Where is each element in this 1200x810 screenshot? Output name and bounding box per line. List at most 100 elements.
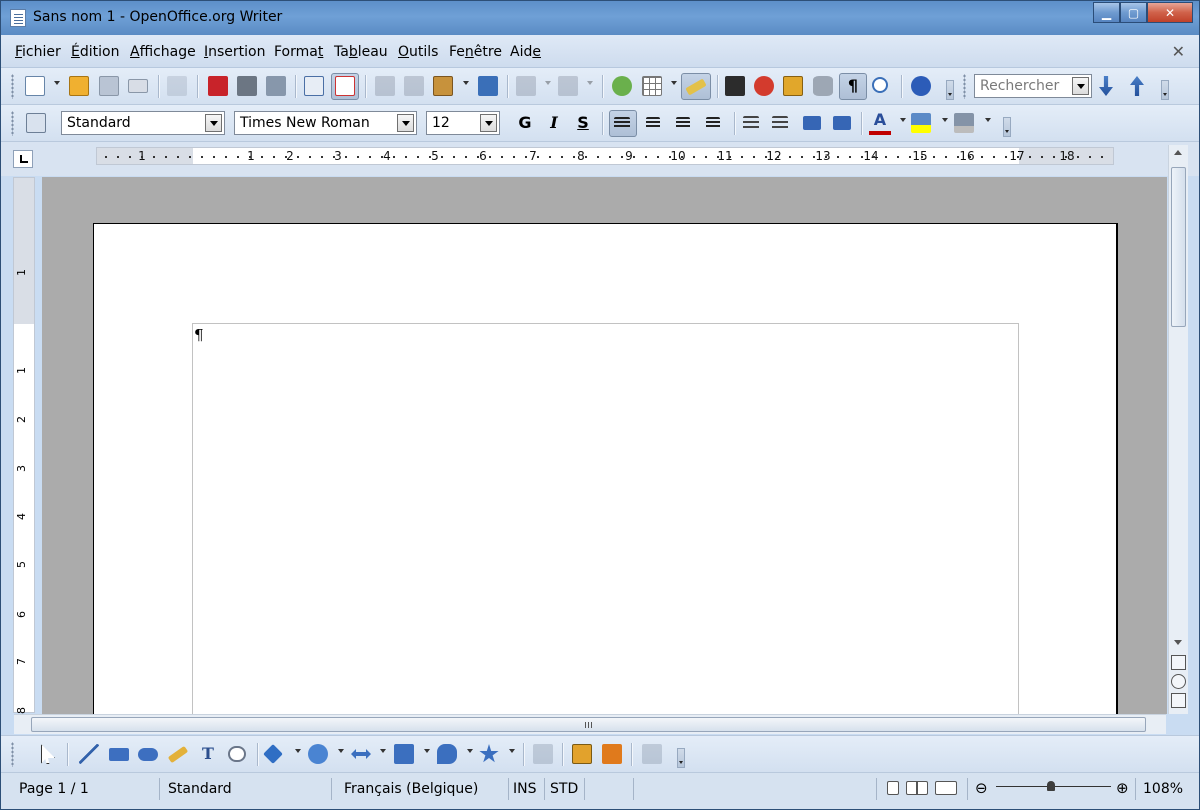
scroll-up-icon[interactable] (1174, 150, 1182, 155)
block-arrows-dropdown-icon[interactable] (380, 749, 386, 753)
zoom-out-icon[interactable]: ⊖ (975, 779, 988, 797)
hyperlink-icon[interactable] (612, 76, 632, 96)
stars-icon[interactable] (479, 744, 499, 763)
zoom-icon[interactable] (872, 77, 888, 93)
symbol-shapes-dropdown-icon[interactable] (338, 749, 344, 753)
horizontal-ruler[interactable]: 1123456789101112131415161718 (96, 147, 1114, 165)
menu-insertion[interactable]: Insertion (204, 44, 266, 60)
vertical-scrollbar[interactable] (1168, 145, 1188, 714)
menu-aide[interactable]: Aide (510, 44, 541, 60)
block-arrows-icon[interactable] (351, 749, 371, 759)
page-style[interactable]: Standard (168, 781, 232, 797)
export-pdf-icon[interactable] (208, 76, 228, 96)
tab-stop-selector[interactable] (13, 150, 33, 168)
flowchart-icon[interactable] (394, 744, 414, 764)
callouts-icon[interactable] (228, 746, 246, 762)
find-toolbar-grip[interactable] (963, 74, 966, 99)
zoom-level[interactable]: 108% (1143, 781, 1183, 797)
redo-dropdown-icon[interactable] (587, 81, 593, 85)
underline-button[interactable]: S (572, 111, 594, 135)
stars-dropdown-icon[interactable] (509, 749, 515, 753)
menu-affichage[interactable]: Affichage (130, 44, 196, 60)
title-bar[interactable]: Sans nom 1 - OpenOffice.org Writer ▁ ▢ ✕ (1, 1, 1199, 35)
italic-button[interactable]: I (543, 111, 565, 135)
find-down-icon[interactable] (1099, 76, 1113, 96)
previous-page-icon[interactable] (1171, 655, 1186, 670)
table-icon[interactable] (642, 76, 662, 96)
ellipse-icon[interactable] (138, 748, 158, 761)
multi-page-view-icon[interactable] (906, 781, 928, 795)
paste-icon[interactable] (433, 76, 453, 96)
horizontal-scroll-thumb[interactable] (31, 717, 1146, 732)
find-toolbar-overflow-button[interactable] (1161, 80, 1169, 100)
bold-button[interactable]: G (514, 111, 536, 135)
points-icon[interactable] (533, 744, 553, 764)
font-name-dropdown-icon[interactable] (397, 114, 414, 132)
menu-edition[interactable]: Édition (71, 44, 119, 60)
toolbar-overflow-button[interactable] (946, 80, 954, 100)
redo-icon[interactable] (558, 76, 578, 96)
font-color-icon[interactable]: A (869, 111, 891, 135)
menu-outils[interactable]: Outils (398, 44, 438, 60)
scroll-down-icon[interactable] (1174, 640, 1182, 645)
print-icon[interactable] (237, 76, 257, 96)
clone-formatting-icon[interactable] (478, 76, 498, 96)
selection-mode[interactable]: STD (550, 781, 578, 797)
styles-formatting-icon[interactable] (26, 113, 46, 133)
open-icon[interactable] (69, 76, 89, 96)
vertical-ruler[interactable]: 1 1 2 3 4 5 6 7 8 (13, 177, 35, 714)
menu-fichier[interactable]: Fichier (15, 44, 61, 60)
gallery-icon[interactable] (783, 76, 803, 96)
rectangle-icon[interactable] (109, 748, 129, 761)
align-center-icon[interactable] (646, 117, 660, 129)
close-button[interactable]: ✕ (1147, 2, 1193, 23)
decrease-indent-icon[interactable] (803, 116, 821, 130)
highlight-dropdown-icon[interactable] (942, 118, 948, 122)
font-name-combo[interactable]: Times New Roman (234, 111, 417, 135)
language-indicator[interactable]: Français (Belgique) (344, 781, 478, 797)
from-file-icon[interactable] (602, 744, 622, 764)
select-icon[interactable] (41, 744, 55, 764)
paragraph-style-combo[interactable]: Standard (61, 111, 225, 135)
menu-fenetre[interactable]: Fenêtre (449, 44, 502, 60)
extrusion-icon[interactable] (642, 744, 662, 764)
paste-dropdown-icon[interactable] (463, 81, 469, 85)
new-icon[interactable] (25, 76, 45, 96)
basic-shapes-dropdown-icon[interactable] (295, 749, 301, 753)
copy-icon[interactable] (404, 76, 424, 96)
menu-format[interactable]: Format (274, 44, 323, 60)
navigator-icon[interactable] (754, 76, 774, 96)
document-page[interactable]: ¶ (93, 223, 1118, 714)
print-preview-icon[interactable] (266, 76, 286, 96)
formatting-toolbar-overflow-button[interactable] (1003, 117, 1011, 137)
font-size-dropdown-icon[interactable] (480, 114, 497, 132)
save-icon[interactable] (99, 76, 119, 96)
edit-file-icon[interactable] (167, 76, 187, 96)
highlight-icon[interactable] (911, 113, 931, 133)
fontwork-gallery-icon[interactable] (572, 744, 592, 764)
single-page-view-icon[interactable] (887, 781, 899, 795)
find-replace-icon[interactable] (725, 76, 745, 96)
background-color-icon[interactable] (954, 113, 974, 133)
find-up-icon[interactable] (1130, 76, 1144, 96)
new-dropdown-icon[interactable] (54, 81, 60, 85)
toolbar-grip[interactable] (11, 742, 14, 767)
navigation-icon[interactable] (1171, 674, 1186, 689)
next-page-icon[interactable] (1171, 693, 1186, 708)
paragraph-style-dropdown-icon[interactable] (205, 114, 222, 132)
vertical-scroll-thumb[interactable] (1171, 167, 1186, 327)
book-view-icon[interactable] (935, 781, 957, 795)
data-sources-icon[interactable] (813, 76, 833, 96)
minimize-button[interactable]: ▁ (1093, 2, 1120, 23)
maximize-button[interactable]: ▢ (1120, 2, 1147, 23)
font-color-dropdown-icon[interactable] (900, 118, 906, 122)
zoom-slider-knob[interactable] (1047, 781, 1055, 791)
insert-mode[interactable]: INS (513, 781, 537, 797)
zoom-in-icon[interactable]: ⊕ (1116, 779, 1129, 797)
background-color-dropdown-icon[interactable] (985, 118, 991, 122)
search-dropdown-icon[interactable] (1072, 77, 1089, 95)
undo-icon[interactable] (516, 76, 536, 96)
symbol-shapes-icon[interactable] (308, 744, 328, 764)
font-size-combo[interactable]: 12 (426, 111, 500, 135)
justify-icon[interactable] (706, 117, 720, 129)
